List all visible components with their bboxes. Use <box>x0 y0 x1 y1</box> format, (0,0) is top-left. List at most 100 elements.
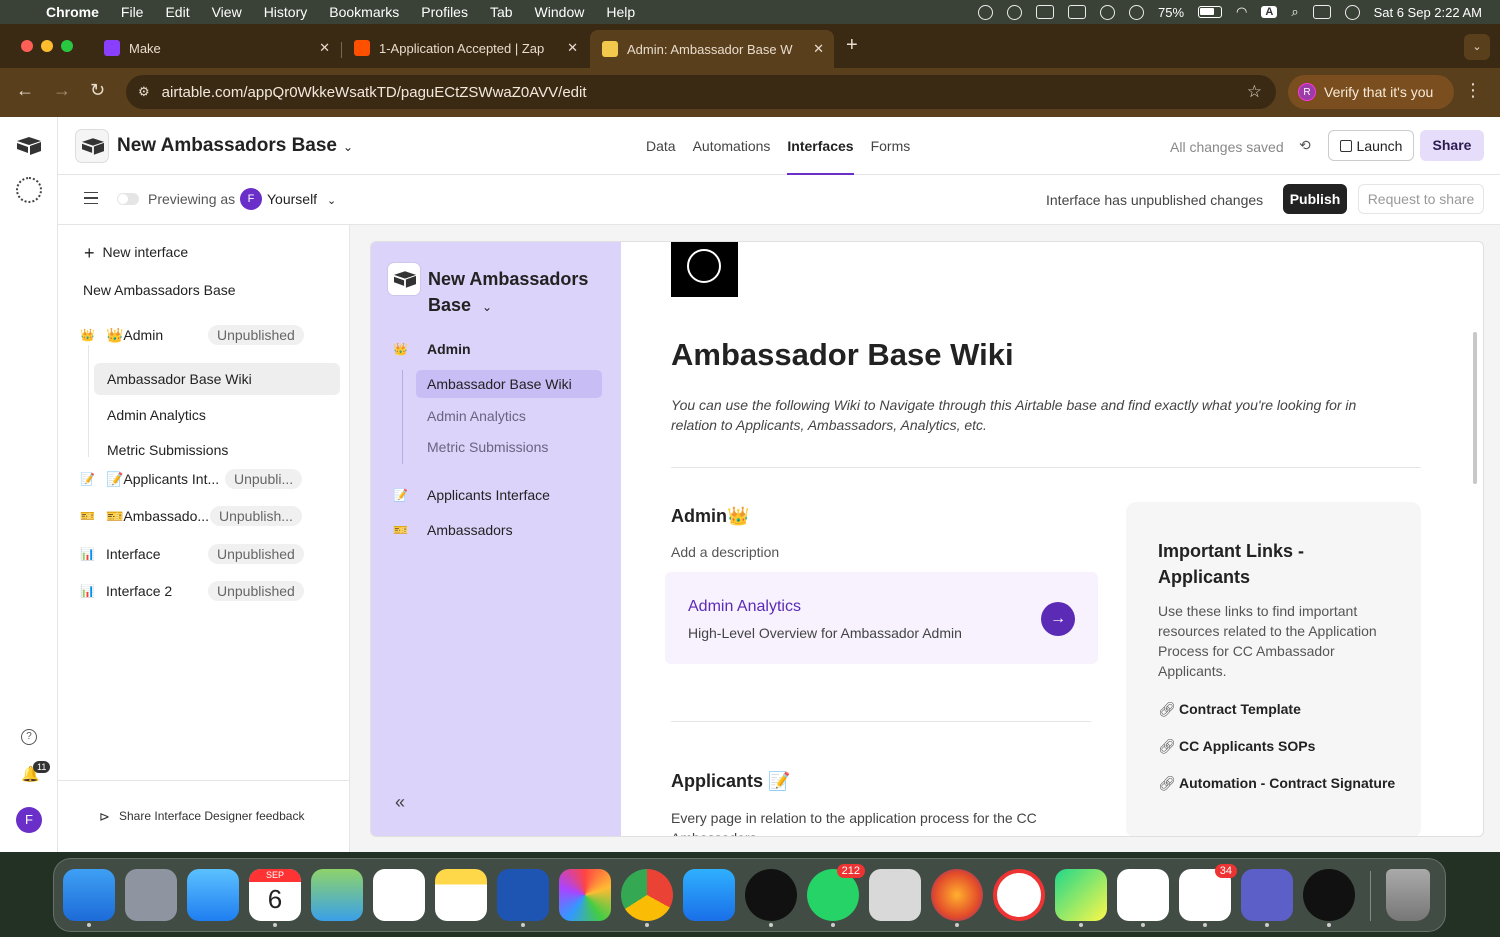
firefox-icon[interactable] <box>931 869 983 927</box>
menu-help[interactable]: Help <box>606 4 635 20</box>
menu-bookmarks[interactable]: Bookmarks <box>329 4 399 20</box>
sidebar-item-interface[interactable]: 📊 Interface Unpublished <box>80 540 342 568</box>
battery-icon[interactable] <box>1198 6 1223 18</box>
back-icon[interactable]: ← <box>16 80 34 101</box>
upwork-status-icon[interactable] <box>977 4 993 20</box>
arrow-right-icon[interactable]: → <box>1041 602 1075 636</box>
airtable-logo-icon[interactable] <box>17 137 41 155</box>
share-button[interactable]: Share <box>1420 130 1484 161</box>
spotlight-icon[interactable]: ⌕ <box>1291 4 1298 20</box>
pycharm-icon[interactable] <box>1055 869 1107 927</box>
interface-nav-ambassador-base-wiki[interactable]: Ambassador Base Wiki <box>416 370 602 398</box>
preview-user-avatar[interactable]: F <box>240 188 262 210</box>
menu-view[interactable]: View <box>212 4 242 20</box>
weather-icon[interactable] <box>1035 5 1054 19</box>
hamburger-menu-icon[interactable] <box>84 192 98 204</box>
control-center-icon[interactable] <box>1312 5 1331 19</box>
notes-icon[interactable] <box>435 869 487 921</box>
sidebar-item-admin-analytics[interactable]: Admin Analytics <box>94 399 340 431</box>
sidebar-item-applicants[interactable]: 📝 📝Applicants Int... Unpubli... <box>80 465 342 493</box>
interface-nav-admin[interactable]: 👑 Admin <box>393 341 471 357</box>
wifi-icon[interactable]: ◠ <box>1236 4 1247 20</box>
photos-icon[interactable] <box>559 869 611 921</box>
link-automation-contract-signature[interactable]: 🔗︎ Automation - Contract Signature <box>1158 773 1398 793</box>
interface-nav-applicants[interactable]: 📝 Applicants Interface <box>393 487 550 503</box>
trash-icon[interactable] <box>1386 869 1430 921</box>
interface-nav-admin-analytics[interactable]: Admin Analytics <box>416 402 602 430</box>
close-window-button[interactable] <box>21 40 33 52</box>
browser-menu-icon[interactable]: ⋮ <box>1464 80 1482 101</box>
menu-window[interactable]: Window <box>535 4 585 20</box>
request-to-share-button[interactable]: Request to share <box>1358 184 1484 214</box>
sidebar-item-admin[interactable]: 👑 👑Admin Unpublished <box>80 321 342 349</box>
menu-tab[interactable]: Tab <box>490 4 513 20</box>
new-tab-button[interactable]: + <box>846 34 858 57</box>
clock[interactable]: Sat 6 Sep 2:22 AM <box>1374 5 1482 20</box>
teams-icon[interactable] <box>1241 869 1293 927</box>
account-avatar[interactable]: F <box>16 807 42 833</box>
preview-toggle[interactable] <box>117 193 139 205</box>
launchpad-icon[interactable] <box>125 869 177 921</box>
minimize-window-button[interactable] <box>41 40 53 52</box>
ticktick-icon[interactable] <box>993 869 1045 921</box>
menu-edit[interactable]: Edit <box>165 4 189 20</box>
zoom-window-button[interactable] <box>61 40 73 52</box>
whatsapp-icon[interactable]: 212 <box>807 864 865 927</box>
scrollbar[interactable] <box>1473 332 1477 484</box>
calculator-icon[interactable] <box>869 869 921 921</box>
tab-airtable[interactable]: Admin: Ambassador Base W ✕ <box>590 30 834 68</box>
play-icon[interactable] <box>1128 4 1144 20</box>
workspace-loading-icon[interactable] <box>16 177 42 203</box>
forward-icon[interactable]: → <box>53 80 71 101</box>
siri-icon[interactable] <box>1344 4 1360 20</box>
sidebar-item-interface-2[interactable]: 📊 Interface 2 Unpublished <box>80 577 342 605</box>
app-store-icon[interactable] <box>683 869 735 921</box>
calendar-icon[interactable]: SEP 6 <box>249 869 301 927</box>
link-contract-template[interactable]: 🔗︎ Contract Template <box>1158 699 1398 719</box>
tab-data[interactable]: Data <box>646 117 676 175</box>
close-tab-icon[interactable]: ✕ <box>567 40 578 56</box>
interface-nav-ambassadors[interactable]: 🎫 Ambassadors <box>393 522 513 538</box>
base-icon[interactable] <box>75 129 109 163</box>
mail-icon[interactable] <box>187 869 239 921</box>
display-icon[interactable] <box>1067 5 1086 19</box>
close-tab-icon[interactable]: ✕ <box>319 40 330 56</box>
collapse-sidebar-icon[interactable]: « <box>395 792 405 813</box>
sidebar-item-ambassadors[interactable]: 🎫 🎫Ambassado... Unpublish... <box>80 502 342 530</box>
reminders-icon[interactable] <box>373 869 425 921</box>
tab-search-button[interactable]: ⌄ <box>1464 34 1490 60</box>
site-settings-icon[interactable]: ⚙ <box>138 84 150 100</box>
accessibility-icon[interactable] <box>1099 4 1115 20</box>
close-tab-icon[interactable]: ✕ <box>813 41 824 57</box>
section-description-admin[interactable]: Add a description <box>671 544 779 560</box>
history-icon[interactable]: ⟲ <box>1299 137 1311 154</box>
spotify-icon[interactable] <box>745 869 797 927</box>
finder-icon[interactable] <box>63 869 115 927</box>
chrome-icon[interactable] <box>621 869 673 927</box>
menu-history[interactable]: History <box>264 4 308 20</box>
admin-analytics-card[interactable]: Admin Analytics High-Level Overview for … <box>665 572 1098 664</box>
preview-user-select[interactable]: Yourself ⌄ <box>267 191 336 207</box>
feedback-button[interactable]: ⊳ Share Interface Designer feedback <box>58 780 350 852</box>
bookmark-star-icon[interactable]: ☆ <box>1247 82 1262 102</box>
check-status-icon[interactable] <box>1006 4 1022 20</box>
help-icon[interactable]: ? <box>21 729 37 745</box>
menu-profiles[interactable]: Profiles <box>421 4 468 20</box>
slack-icon[interactable] <box>1117 869 1169 927</box>
tab-forms[interactable]: Forms <box>871 117 911 175</box>
tab-interfaces[interactable]: Interfaces <box>787 117 854 175</box>
interface-base-title-button[interactable]: New Ambassadors Base ⌄ <box>428 266 608 320</box>
chat-icon[interactable]: 34 <box>1179 864 1237 927</box>
new-interface-button[interactable]: + New interface <box>84 243 188 264</box>
base-title-button[interactable]: New Ambassadors Base ⌄ <box>117 135 353 157</box>
tab-automations[interactable]: Automations <box>693 117 771 175</box>
maps-icon[interactable] <box>311 869 363 921</box>
menu-file[interactable]: File <box>121 4 144 20</box>
verify-identity-button[interactable]: R Verify that it's you <box>1288 75 1454 109</box>
sidebar-item-ambassador-base-wiki[interactable]: Ambassador Base Wiki <box>94 363 340 395</box>
upwork-icon[interactable] <box>1303 869 1355 927</box>
tab-zapier[interactable]: 1-Application Accepted | Zap ✕ <box>342 32 588 64</box>
sidebar-item-metric-submissions[interactable]: Metric Submissions <box>94 434 340 466</box>
reload-icon[interactable]: ↻ <box>90 80 105 101</box>
input-source-icon[interactable]: A <box>1261 6 1278 18</box>
